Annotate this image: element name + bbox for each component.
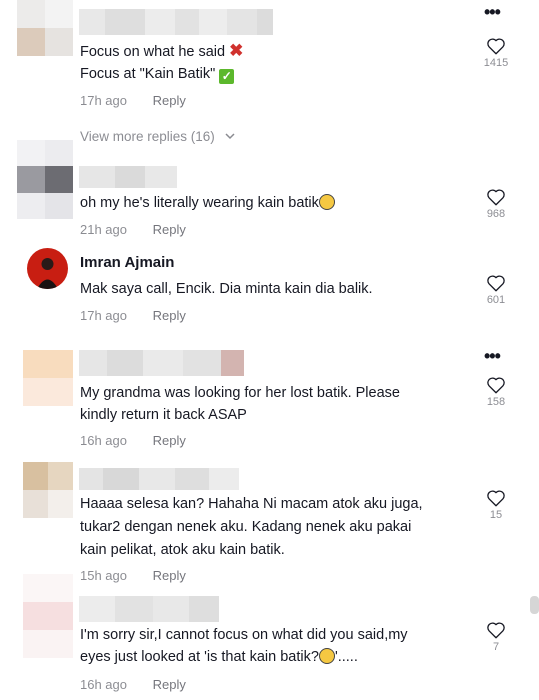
comment-meta: 16h ago Reply xyxy=(80,433,186,448)
more-dots-icon[interactable]: ••• xyxy=(484,2,501,23)
comment-text-line: kindly return it back ASAP xyxy=(80,407,247,423)
comment-text-line: I'm sorry sir,I cannot focus on what did… xyxy=(80,627,408,643)
comment-text: My grandma was looking for her lost bati… xyxy=(80,382,480,426)
cross-mark-emoji: ✖ xyxy=(229,41,244,60)
view-more-replies-button[interactable]: View more replies (16) xyxy=(80,129,236,144)
timestamp: 16h ago xyxy=(80,433,127,448)
timestamp: 15h ago xyxy=(80,568,127,583)
avatar[interactable] xyxy=(27,248,68,289)
avatar[interactable] xyxy=(23,350,73,406)
like-button[interactable]: 15 xyxy=(476,489,516,521)
reply-button[interactable]: Reply xyxy=(153,568,186,583)
comment-text-line: tukar2 dengan nenek aku. Kadang nenek ak… xyxy=(80,519,412,535)
heart-outline-icon xyxy=(487,189,505,206)
heart-outline-icon xyxy=(487,622,505,639)
view-more-label: View more replies (16) xyxy=(80,129,215,144)
comment-text-line: '..... xyxy=(334,649,358,665)
avatar-figure xyxy=(37,258,58,289)
chevron-down-icon xyxy=(225,133,235,140)
like-button[interactable]: 7 xyxy=(476,621,516,653)
comment-meta: 17h ago Reply xyxy=(80,308,186,323)
avatar[interactable] xyxy=(17,0,73,56)
like-count: 1415 xyxy=(483,57,509,69)
avatar[interactable] xyxy=(23,462,73,518)
username-redacted[interactable] xyxy=(79,468,239,490)
comment-meta: 15h ago Reply xyxy=(80,568,186,583)
username-redacted[interactable] xyxy=(79,166,177,188)
username-redacted[interactable] xyxy=(79,9,289,35)
comment-text-line: kain pelikat, atok aku kain batik. xyxy=(80,542,285,558)
reply-button[interactable]: Reply xyxy=(153,308,186,323)
comment-text-line: Focus on what he said xyxy=(80,44,226,60)
comment-meta: 17h ago Reply xyxy=(80,93,186,108)
like-button[interactable]: 1415 xyxy=(476,37,516,69)
like-count: 7 xyxy=(492,641,500,653)
like-button[interactable]: 968 xyxy=(476,188,516,220)
heart-outline-icon xyxy=(487,275,505,292)
scrollbar-thumb[interactable] xyxy=(530,596,539,614)
avatar[interactable] xyxy=(23,574,73,658)
timestamp: 21h ago xyxy=(80,222,127,237)
comment-text-line: eyes just looked at 'is that kain batik? xyxy=(80,649,319,665)
comment-text-line: oh my he's literally wearing kain batik xyxy=(80,195,319,211)
reply-button[interactable]: Reply xyxy=(153,222,186,237)
timestamp: 17h ago xyxy=(80,93,127,108)
like-button[interactable]: 158 xyxy=(476,376,516,408)
username-redacted[interactable] xyxy=(79,350,244,376)
comment-text: I'm sorry sir,I cannot focus on what did… xyxy=(80,624,480,668)
timestamp: 16h ago xyxy=(80,677,127,692)
comment-text-line: Haaaa selesa kan? Hahaha Ni macam atok a… xyxy=(80,496,423,512)
timestamp: 17h ago xyxy=(80,308,127,323)
comment-text-line: Focus at "Kain Batik" xyxy=(80,66,216,82)
avatar[interactable] xyxy=(17,140,73,219)
comment-text: Haaaa selesa kan? Hahaha Ni macam atok a… xyxy=(80,493,480,562)
more-dots-icon[interactable]: ••• xyxy=(484,346,501,367)
like-button[interactable]: 601 xyxy=(476,274,516,306)
comment-text: Mak saya call, Encik. Dia minta kain dia… xyxy=(80,281,373,297)
comment-text-line: My grandma was looking for her lost bati… xyxy=(80,385,400,401)
like-count: 158 xyxy=(486,396,506,408)
comment-meta: 21h ago Reply xyxy=(80,222,186,237)
reply-button[interactable]: Reply xyxy=(153,93,186,108)
check-mark-emoji: ✓ xyxy=(219,69,235,84)
heart-outline-icon xyxy=(487,38,505,55)
grinning-sweat-emoji xyxy=(318,648,335,664)
like-count: 968 xyxy=(486,208,506,220)
comment-meta: 16h ago Reply xyxy=(80,677,186,692)
smiling-face-emoji xyxy=(318,194,335,210)
like-count: 15 xyxy=(489,509,503,521)
comment-text: Focus on what he said ✖ Focus at "Kain B… xyxy=(80,40,480,85)
reply-button[interactable]: Reply xyxy=(153,677,186,692)
username[interactable]: Imran Ajmain xyxy=(80,254,174,271)
username-redacted[interactable] xyxy=(79,596,219,622)
comment-text: oh my he's literally wearing kain batik xyxy=(80,192,480,214)
like-count: 601 xyxy=(486,294,506,306)
heart-outline-icon xyxy=(487,490,505,507)
heart-outline-icon xyxy=(487,377,505,394)
reply-button[interactable]: Reply xyxy=(153,433,186,448)
